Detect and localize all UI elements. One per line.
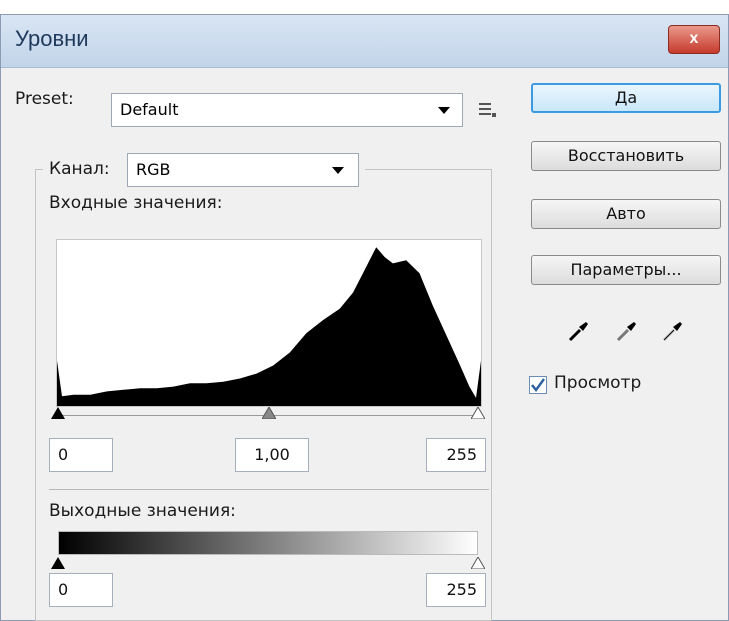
output-white-slider-icon[interactable]: [471, 557, 485, 569]
title-bar[interactable]: Уровни x: [1, 15, 728, 68]
histogram-chart: [57, 247, 481, 406]
close-button[interactable]: x: [668, 25, 720, 54]
output-white-field[interactable]: 255: [426, 573, 486, 607]
black-eyedropper-icon[interactable]: [567, 319, 591, 343]
checkmark-icon: [531, 378, 545, 392]
separator: [49, 489, 489, 490]
input-black-slider-icon[interactable]: [51, 407, 65, 419]
chevron-down-icon: [332, 167, 344, 174]
output-black-field[interactable]: 0: [49, 573, 113, 607]
output-levels-label: Выходные значения:: [49, 501, 236, 521]
window-title: Уровни: [15, 26, 89, 51]
auto-button[interactable]: Авто: [531, 199, 721, 229]
preset-value: Default: [120, 100, 179, 119]
preview-label[interactable]: Просмотр: [554, 373, 641, 393]
options-button[interactable]: Параметры...: [531, 255, 721, 285]
levels-dialog: Уровни x Preset: Default Канал: RGB Вход…: [0, 14, 729, 621]
input-levels-label: Входные значения:: [49, 193, 223, 213]
chevron-down-icon: [438, 107, 450, 114]
histogram-area: [57, 247, 481, 406]
preset-label: Preset:: [15, 89, 74, 109]
ok-button[interactable]: Да: [531, 83, 721, 113]
output-black-slider-icon[interactable]: [51, 557, 65, 569]
reset-button[interactable]: Восстановить: [531, 141, 721, 171]
channel-row: Канал: RGB: [43, 153, 365, 187]
output-gradient-bar: [58, 531, 478, 555]
gray-eyedropper-icon[interactable]: [615, 319, 639, 343]
input-black-field[interactable]: 0: [49, 438, 113, 472]
input-gamma-field[interactable]: 1,00: [235, 438, 309, 472]
input-white-slider-icon[interactable]: [471, 407, 485, 419]
input-gamma-slider-icon[interactable]: [262, 407, 276, 419]
channel-dropdown[interactable]: RGB: [127, 153, 359, 187]
histogram: [56, 239, 482, 407]
preset-menu-icon[interactable]: [479, 101, 497, 119]
input-white-field[interactable]: 255: [426, 438, 486, 472]
channel-label: Канал:: [49, 159, 110, 179]
preset-dropdown[interactable]: Default: [111, 93, 463, 127]
channel-value: RGB: [136, 160, 171, 179]
white-eyedropper-icon[interactable]: [661, 319, 685, 343]
preview-checkbox[interactable]: [529, 376, 547, 394]
